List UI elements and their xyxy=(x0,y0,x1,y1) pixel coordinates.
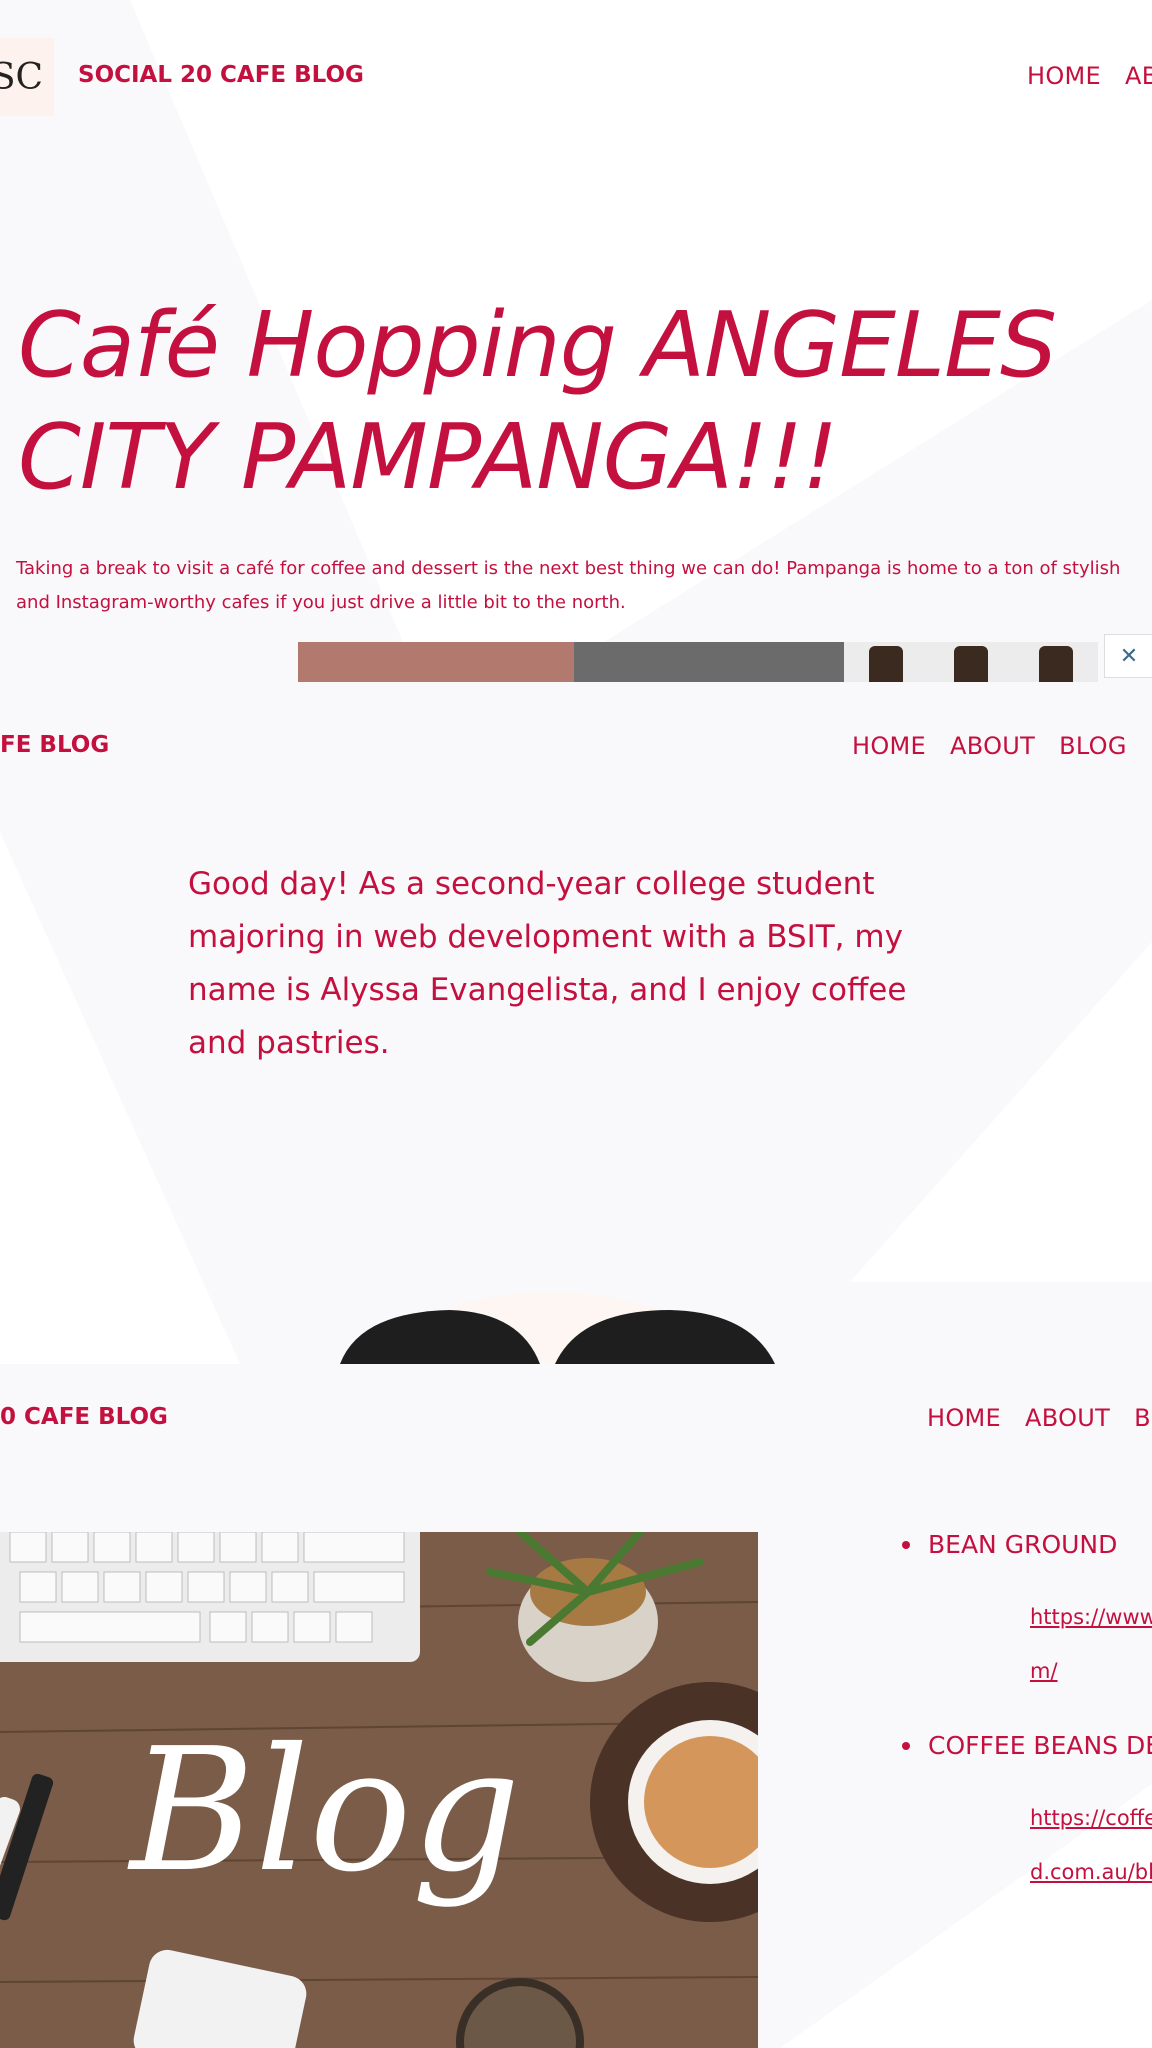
nav-about[interactable]: ABOUT xyxy=(1025,1404,1110,1432)
home-panel: SC SOCIAL 20 CAFE BLOG HOME AB Café Hoppi… xyxy=(0,0,1152,682)
intro-paragraph: Taking a break to visit a café for coffe… xyxy=(16,558,1121,613)
nav-blog[interactable]: BLOG xyxy=(1059,732,1127,760)
resource-list: BEAN GROUND https://www. m/ COFFEE BEANS… xyxy=(902,1530,1152,1884)
nav-home[interactable]: HOME xyxy=(1027,62,1101,90)
site-title[interactable]: SOCIAL 20 CAFE BLOG xyxy=(78,62,364,88)
list-item: BEAN GROUND xyxy=(902,1530,1152,1559)
resource-link[interactable]: d.com.au/blo xyxy=(1030,1860,1152,1884)
resource-link[interactable]: https://www. xyxy=(1030,1605,1152,1629)
nav-about[interactable]: ABOUT xyxy=(950,732,1035,760)
resource-name: BEAN GROUND xyxy=(928,1530,1118,1559)
main-nav: HOME AB xyxy=(1027,62,1152,90)
site-title[interactable]: FE BLOG xyxy=(0,732,109,758)
logo-text: SC xyxy=(0,56,44,98)
list-item: COFFEE BEANS DE xyxy=(902,1731,1152,1760)
hero-image xyxy=(298,642,1098,682)
nav-blog[interactable]: B xyxy=(1134,1404,1151,1432)
about-panel: FE BLOG HOME ABOUT BLOG Good day! As a sec… xyxy=(0,682,1152,1364)
page-title: Café Hopping ANGELES CITY PAMPANGA!!! xyxy=(18,293,1057,510)
nav-about[interactable]: AB xyxy=(1125,62,1152,90)
resource-link[interactable]: m/ xyxy=(1030,1659,1152,1683)
site-title[interactable]: 0 CAFE BLOG xyxy=(0,1404,168,1430)
nav-home[interactable]: HOME xyxy=(852,732,926,760)
tools-icon[interactable]: ✕ xyxy=(1104,634,1152,678)
blog-header-image: Blog xyxy=(0,1532,758,2048)
site-logo[interactable]: SC xyxy=(0,38,54,116)
resource-link[interactable]: https://coffe xyxy=(1030,1806,1152,1830)
main-nav: HOME ABOUT B xyxy=(927,1404,1152,1432)
main-nav: HOME ABOUT BLOG xyxy=(852,732,1151,760)
blog-image-text: Blog xyxy=(130,1712,521,1910)
nav-home[interactable]: HOME xyxy=(927,1404,1001,1432)
resource-name: COFFEE BEANS DE xyxy=(928,1731,1152,1760)
blog-panel: 0 CAFE BLOG HOME ABOUT B Blog BEAN GROUN… xyxy=(0,1364,1152,2048)
about-paragraph: Good day! As a second-year college stude… xyxy=(188,866,907,1061)
